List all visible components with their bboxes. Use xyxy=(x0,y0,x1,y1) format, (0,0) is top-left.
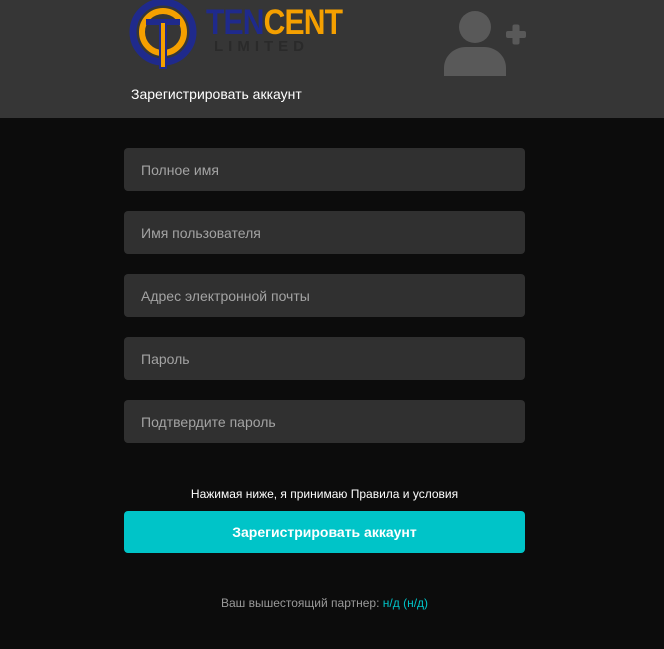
user-add-icon xyxy=(444,11,526,76)
header: TENCENT LIMITED Зарегистрировать аккаунт xyxy=(0,0,664,118)
password-input[interactable] xyxy=(124,337,525,380)
username-input[interactable] xyxy=(124,211,525,254)
tencent-logo-icon xyxy=(129,0,197,69)
sponsor-label: Ваш вышестоящий партнер: xyxy=(220,596,380,610)
register-page: TENCENT LIMITED Зарегистрировать аккаунт… xyxy=(0,0,664,649)
logo[interactable]: TENCENT LIMITED xyxy=(126,0,343,72)
register-form xyxy=(124,148,525,463)
logo-subtitle: LIMITED xyxy=(214,38,309,55)
full-name-input[interactable] xyxy=(124,148,525,191)
logo-wordmark: TENCENT xyxy=(206,3,343,42)
sponsor-link[interactable]: н/д (н/д) xyxy=(383,596,428,610)
logo-word-cent: CENT xyxy=(263,3,343,42)
register-button[interactable]: Зарегистрировать аккаунт xyxy=(124,511,525,553)
sponsor-info: Ваш вышестоящий партнер: н/д (н/д) xyxy=(124,596,525,610)
terms-text: Нажимая ниже, я принимаю Правила и услов… xyxy=(190,487,459,501)
page-title: Зарегистрировать аккаунт xyxy=(131,86,302,102)
email-input[interactable] xyxy=(124,274,525,317)
logo-word-ten: TEN xyxy=(206,3,264,42)
confirm-password-input[interactable] xyxy=(124,400,525,443)
